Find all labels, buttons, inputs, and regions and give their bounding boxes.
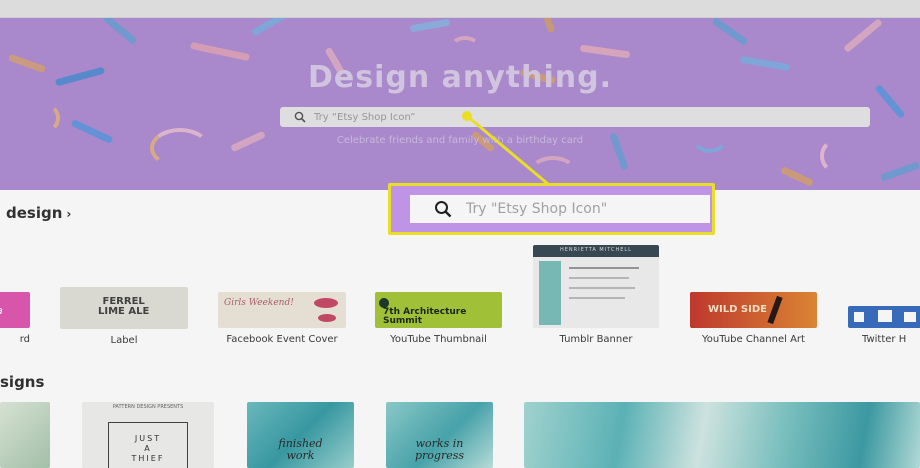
callout-search-bar[interactable]: Try "Etsy Shop Icon"	[410, 195, 710, 223]
search-icon	[294, 111, 306, 123]
confetti	[843, 18, 883, 53]
confetti-ring	[450, 36, 480, 58]
template-thumbnail: HENRIETTA MITCHELL	[533, 245, 659, 328]
design-text-line: work	[286, 449, 315, 462]
template-card[interactable]: FERREL LIME ALE Label	[60, 287, 188, 347]
hero-title: Design anything.	[307, 60, 613, 95]
confetti	[542, 18, 556, 34]
confetti	[711, 18, 749, 46]
design-thumbnail[interactable]: works in progress	[386, 402, 493, 468]
template-thumbnail: WILD SIDE	[690, 292, 817, 328]
design-text-line: progress	[414, 449, 465, 462]
hero-search-placeholder: Try “Etsy Shop Icon”	[314, 111, 416, 123]
confetti	[780, 166, 814, 187]
search-icon	[435, 201, 452, 218]
design-thumbnail[interactable]	[524, 402, 920, 468]
template-thumbnail: a	[0, 292, 30, 328]
chevron-right-icon: ›	[66, 207, 72, 221]
section-title: signs	[0, 373, 45, 391]
designs-heading: signs	[0, 373, 44, 391]
template-thumbnail: 7th Architecture Summit	[375, 292, 502, 328]
channel-art-text: WILD SIDE	[708, 304, 767, 315]
confetti-ring	[30, 103, 60, 133]
confetti	[250, 18, 290, 37]
hero-subtitle: Celebrate friends and family with a birt…	[336, 135, 584, 146]
confetti-ring	[150, 128, 210, 168]
design-thumbnail[interactable]	[0, 402, 50, 468]
browser-top-bar	[0, 0, 920, 18]
confetti	[102, 18, 138, 46]
template-label: YouTube Channel Art	[702, 334, 805, 345]
confetti	[409, 18, 451, 33]
design-text-line: JUST	[134, 434, 162, 443]
create-design-heading[interactable]: design ›	[6, 204, 71, 222]
fb-thumb-text: Girls Weekend!	[224, 298, 294, 308]
template-label: Label	[110, 335, 138, 346]
template-label: Facebook Event Cover	[226, 334, 338, 345]
template-label: YouTube Thumbnail	[390, 334, 487, 345]
hero-banner: Design anything. Try “Etsy Shop Icon” Ce…	[0, 18, 920, 190]
template-card[interactable]: a rd	[0, 292, 30, 346]
template-card[interactable]: WILD SIDE YouTube Channel Art	[690, 292, 817, 346]
design-thumbnail[interactable]: PATTERN DESIGN PRESENTS JUST A THIEF	[82, 402, 214, 468]
yt-thumb-line: Summit	[383, 316, 423, 326]
label-thumb-line: LIME ALE	[98, 306, 150, 317]
template-label: Twitter H	[862, 334, 907, 345]
lips-graphic	[314, 298, 338, 308]
template-label: rd	[19, 334, 30, 345]
search-callout-zoom: Try "Etsy Shop Icon"	[388, 183, 715, 235]
section-title: design	[6, 204, 63, 222]
hero-search-bar[interactable]: Try “Etsy Shop Icon”	[280, 107, 870, 127]
design-text-line: A	[144, 444, 152, 453]
confetti	[189, 41, 251, 62]
template-thumbnail: FERREL LIME ALE	[60, 287, 188, 329]
resume-name: HENRIETTA MITCHELL	[560, 247, 632, 253]
template-card[interactable]: HENRIETTA MITCHELL Tumblr Banner	[533, 245, 659, 346]
confetti-ring	[530, 156, 576, 186]
callout-search-placeholder: Try "Etsy Shop Icon"	[466, 201, 608, 217]
design-text-line: THIEF	[131, 454, 165, 463]
confetti	[880, 161, 920, 182]
design-thumbnail[interactable]: finished work	[247, 402, 354, 468]
lips-graphic	[318, 314, 336, 322]
template-thumbnail	[848, 306, 920, 328]
template-card[interactable]: 7th Architecture Summit YouTube Thumbnai…	[375, 292, 502, 346]
template-label: Tumblr Banner	[559, 334, 633, 345]
template-card[interactable]: Girls Weekend! Facebook Event Cover	[218, 292, 346, 346]
confetti	[579, 44, 631, 59]
design-header: PATTERN DESIGN PRESENTS	[112, 404, 184, 410]
template-thumbnail: Girls Weekend!	[218, 292, 346, 328]
template-card[interactable]: Twitter H	[848, 306, 920, 346]
